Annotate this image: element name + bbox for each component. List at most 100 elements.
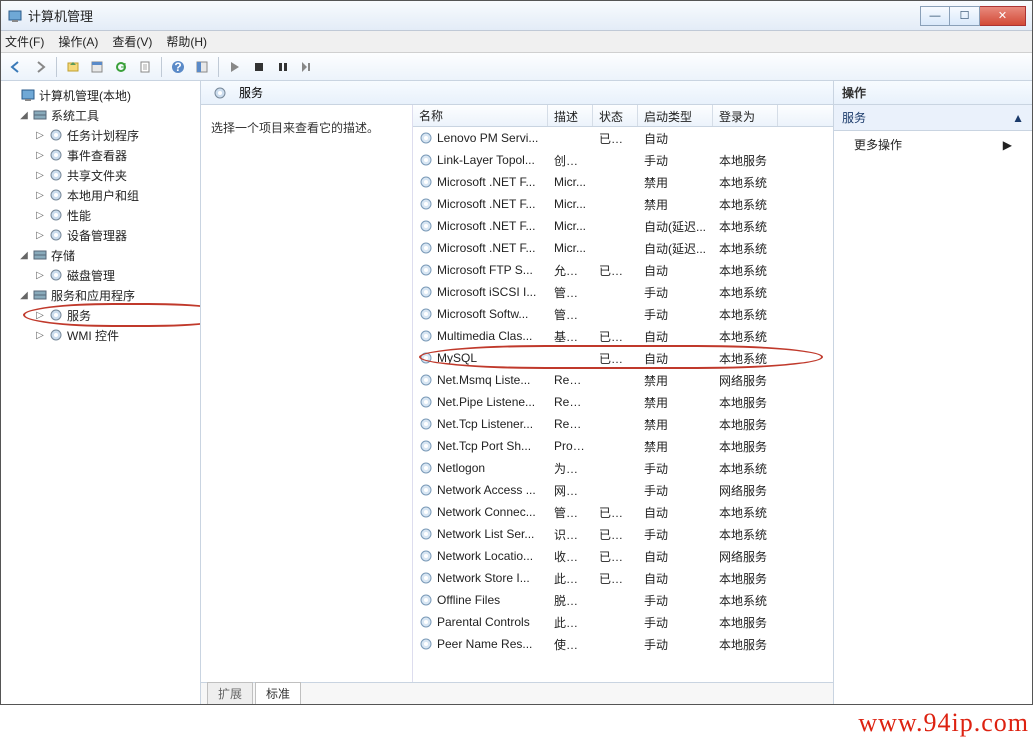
tree-item[interactable]: ▷WMI 控件 <box>3 325 198 345</box>
service-row[interactable]: Network List Ser...识别...已启动手动本地系统 <box>413 523 833 545</box>
computer-icon <box>20 87 36 103</box>
item-icon <box>48 187 64 203</box>
service-row[interactable]: Microsoft iSCSI I...管理...手动本地系统 <box>413 281 833 303</box>
service-icon <box>419 439 433 453</box>
tree-item[interactable]: ▷事件查看器 <box>3 145 198 165</box>
service-row[interactable]: Network Locatio...收集...已启动自动网络服务 <box>413 545 833 567</box>
service-row[interactable]: Net.Pipe Listene...Rece...禁用本地服务 <box>413 391 833 413</box>
tree-item[interactable]: ▷性能 <box>3 205 198 225</box>
service-row[interactable]: Net.Tcp Port Sh...Prov...禁用本地服务 <box>413 435 833 457</box>
services-list: 名称 描述 状态 启动类型 登录为 Lenovo PM Servi...已启动自… <box>413 105 833 682</box>
minimize-button[interactable]: — <box>920 6 950 26</box>
tree-group[interactable]: ◢服务和应用程序 <box>3 285 198 305</box>
stop-button[interactable] <box>248 56 270 78</box>
col-desc[interactable]: 描述 <box>548 105 593 126</box>
item-icon <box>48 267 64 283</box>
service-icon <box>419 175 433 189</box>
service-row[interactable]: Microsoft .NET F...Micr...禁用本地系统 <box>413 193 833 215</box>
col-status[interactable]: 状态 <box>593 105 638 126</box>
tree-item[interactable]: ▷磁盘管理 <box>3 265 198 285</box>
service-row[interactable]: Parental Controls此服...手动本地服务 <box>413 611 833 633</box>
restart-button[interactable] <box>296 56 318 78</box>
item-icon <box>48 127 64 143</box>
service-row[interactable]: Network Connec...管理...已启动自动本地系统 <box>413 501 833 523</box>
service-row[interactable]: Lenovo PM Servi...已启动自动 <box>413 127 833 149</box>
service-row[interactable]: Microsoft .NET F...Micr...禁用本地系统 <box>413 171 833 193</box>
body: 计算机管理(本地)◢系统工具▷任务计划程序▷事件查看器▷共享文件夹▷本地用户和组… <box>1 81 1032 704</box>
service-icon <box>419 153 433 167</box>
service-icon <box>419 593 433 607</box>
refresh-button[interactable] <box>110 56 132 78</box>
svg-text:?: ? <box>174 60 181 74</box>
properties-button[interactable] <box>86 56 108 78</box>
service-row[interactable]: Microsoft .NET F...Micr...自动(延迟...本地系统 <box>413 215 833 237</box>
service-row[interactable]: MySQL已启动自动本地系统 <box>413 347 833 369</box>
window-title: 计算机管理 <box>28 6 920 25</box>
mid-body: 选择一个项目来查看它的描述。 名称 描述 状态 启动类型 登录为 Lenovo … <box>201 105 833 682</box>
tree-item[interactable]: ▷本地用户和组 <box>3 185 198 205</box>
up-button[interactable] <box>62 56 84 78</box>
service-icon <box>419 131 433 145</box>
back-button[interactable] <box>5 56 27 78</box>
tree-item[interactable]: ▷任务计划程序 <box>3 125 198 145</box>
close-button[interactable]: ✕ <box>980 6 1026 26</box>
pause-button[interactable] <box>272 56 294 78</box>
service-row[interactable]: Network Access ...网络...手动网络服务 <box>413 479 833 501</box>
service-icon <box>419 395 433 409</box>
tree-item[interactable]: ▷共享文件夹 <box>3 165 198 185</box>
service-icon <box>419 329 433 343</box>
col-logon[interactable]: 登录为 <box>713 105 778 126</box>
folder-icon <box>32 247 48 263</box>
actions-section[interactable]: 服务 ▲ <box>834 105 1032 131</box>
export-button[interactable] <box>134 56 156 78</box>
service-row[interactable]: Network Store I...此服...已启动自动本地服务 <box>413 567 833 589</box>
service-row[interactable]: Net.Tcp Listener...Rece...禁用本地服务 <box>413 413 833 435</box>
col-name[interactable]: 名称 <box>413 105 548 126</box>
show-hide-button[interactable] <box>191 56 213 78</box>
service-rows[interactable]: Lenovo PM Servi...已启动自动Link-Layer Topol.… <box>413 127 833 682</box>
services-header: 服务 <box>201 81 833 105</box>
tree-root[interactable]: 计算机管理(本地) <box>3 85 198 105</box>
service-row[interactable]: Net.Msmq Liste...Rece...禁用网络服务 <box>413 369 833 391</box>
menu-action[interactable]: 操作(A) <box>58 33 98 50</box>
service-row[interactable]: Microsoft .NET F...Micr...自动(延迟...本地系统 <box>413 237 833 259</box>
service-icon <box>419 263 433 277</box>
service-row[interactable]: Link-Layer Topol...创建...手动本地服务 <box>413 149 833 171</box>
tree-item[interactable]: ▷设备管理器 <box>3 225 198 245</box>
service-icon <box>419 549 433 563</box>
service-row[interactable]: Peer Name Res...使用...手动本地服务 <box>413 633 833 655</box>
service-icon <box>419 571 433 585</box>
tree-group[interactable]: ◢存储 <box>3 245 198 265</box>
col-startup[interactable]: 启动类型 <box>638 105 713 126</box>
actions-header: 操作 <box>834 81 1032 105</box>
actions-pane: 操作 服务 ▲ 更多操作 ▶ <box>834 81 1032 704</box>
nav-tree[interactable]: 计算机管理(本地)◢系统工具▷任务计划程序▷事件查看器▷共享文件夹▷本地用户和组… <box>1 81 201 704</box>
titlebar[interactable]: 计算机管理 — ☐ ✕ <box>1 1 1032 31</box>
service-row[interactable]: Netlogon为用...手动本地系统 <box>413 457 833 479</box>
service-icon <box>419 285 433 299</box>
service-row[interactable]: Microsoft FTP S...允许...已启动自动本地系统 <box>413 259 833 281</box>
item-icon <box>48 147 64 163</box>
tree-group[interactable]: ◢系统工具 <box>3 105 198 125</box>
menu-view[interactable]: 查看(V) <box>112 33 152 50</box>
action-more[interactable]: 更多操作 ▶ <box>834 131 1032 158</box>
play-button[interactable] <box>224 56 246 78</box>
service-icon <box>419 527 433 541</box>
service-row[interactable]: Multimedia Clas...基于...已启动自动本地系统 <box>413 325 833 347</box>
help-button[interactable]: ? <box>167 56 189 78</box>
menubar: 文件(F) 操作(A) 查看(V) 帮助(H) <box>1 31 1032 53</box>
forward-button[interactable] <box>29 56 51 78</box>
tree-item[interactable]: ▷服务 <box>3 305 198 325</box>
tab-extended[interactable]: 扩展 <box>207 682 253 704</box>
menu-help[interactable]: 帮助(H) <box>166 33 207 50</box>
service-row[interactable]: Microsoft Softw...管理...手动本地系统 <box>413 303 833 325</box>
service-icon <box>419 307 433 321</box>
folder-icon <box>32 107 48 123</box>
services-title: 服务 <box>239 84 263 101</box>
description-hint: 选择一个项目来查看它的描述。 <box>211 121 379 135</box>
tab-standard[interactable]: 标准 <box>255 682 301 704</box>
menu-file[interactable]: 文件(F) <box>5 33 44 50</box>
service-row[interactable]: Offline Files脱机...手动本地系统 <box>413 589 833 611</box>
service-icon <box>419 483 433 497</box>
maximize-button[interactable]: ☐ <box>950 6 980 26</box>
